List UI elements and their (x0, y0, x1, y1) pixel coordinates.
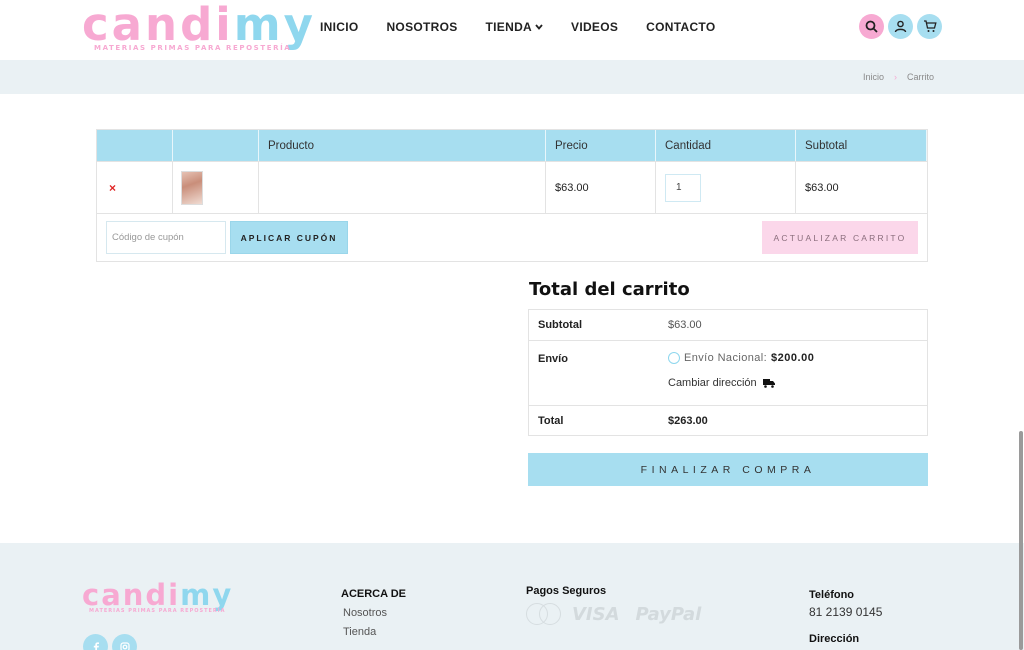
footer-logo-tagline: MATERIAS PRIMAS PARA REPOSTERÍA (89, 608, 226, 614)
footer-link-nosotros[interactable]: Nosotros (343, 607, 406, 619)
change-address-link[interactable]: Cambiar dirección (668, 377, 927, 389)
totals-row-total: Total $263.00 (529, 405, 927, 435)
footer-link-tienda[interactable]: Tienda (343, 626, 406, 638)
table-row: × $63.00 1 $63.00 (97, 161, 927, 213)
total-value: $263.00 (668, 414, 708, 427)
facebook-icon[interactable] (83, 634, 108, 650)
footer-payments: Pagos Seguros VISA PayPal (526, 585, 717, 625)
instagram-icon[interactable] (112, 634, 137, 650)
nav-item-nosotros[interactable]: NOSOTROS (386, 19, 457, 35)
paypal-logo: PayPal (635, 603, 702, 625)
footer-about-heading: ACERCA DE (341, 588, 406, 600)
breadcrumb-current: Carrito (906, 72, 934, 82)
footer-logo-my: my (180, 578, 234, 612)
cart-table-header: Producto Precio Cantidad Subtotal (97, 130, 927, 161)
header-quantity: Cantidad (656, 130, 796, 161)
footer-phone-heading: Teléfono (809, 589, 855, 601)
facebook-glyph (93, 641, 99, 650)
apply-coupon-button[interactable]: APLICAR CUPÓN (230, 221, 348, 254)
nav-item-contacto[interactable]: CONTACTO (646, 19, 715, 35)
remove-item-button[interactable]: × (109, 181, 116, 195)
mastercard-icon (526, 603, 562, 625)
footer-phone-value[interactable]: 81 2139 0145 (809, 605, 882, 619)
nav-item-inicio[interactable]: INICIO (320, 19, 358, 35)
header-product: Producto (259, 130, 546, 161)
shipping-option-price: $200.00 (771, 352, 815, 364)
shipping-details: Envío Nacional: $200.00 Cambiar direcció… (668, 341, 927, 405)
search-icon (865, 20, 878, 33)
shipping-option-label: Envío Nacional: (684, 352, 768, 364)
account-button[interactable] (888, 14, 913, 39)
totals-row-shipping: Envío Envío Nacional: $200.00 Cambiar di… (529, 340, 927, 405)
cart-icon (923, 20, 937, 32)
header-subtotal: Subtotal (796, 130, 927, 161)
nav-label: CONTACTO (646, 20, 716, 34)
product-price: $63.00 (546, 162, 656, 213)
change-address-label: Cambiar dirección (668, 377, 757, 389)
nav-item-videos[interactable]: VIDEOS (571, 19, 618, 35)
header-thumbnail (173, 130, 259, 161)
shipping-label: Envío (538, 353, 568, 365)
breadcrumb-bar: Inicio › Carrito (0, 60, 1024, 94)
totals-row-subtotal: Subtotal $63.00 (529, 310, 927, 340)
breadcrumb: Inicio › Carrito (863, 72, 934, 82)
cart-table: Producto Precio Cantidad Subtotal × $63.… (96, 129, 928, 262)
cart-totals-table: Subtotal $63.00 Envío Envío Nacional: $2… (528, 309, 928, 436)
shipping-radio[interactable] (668, 352, 680, 364)
site-header: candimy MATERIAS PRIMAS PARA REPOSTERÍA … (0, 0, 1024, 60)
nav-label: NOSOTROS (386, 20, 458, 34)
social-links (83, 634, 141, 650)
nav-label: VIDEOS (571, 20, 619, 34)
footer-about: ACERCA DE Nosotros Tienda (341, 588, 406, 638)
page-scrollbar[interactable] (1018, 0, 1024, 650)
user-icon (894, 20, 907, 33)
footer-payments-heading: Pagos Seguros (526, 585, 607, 597)
nav-label: TIENDA (485, 20, 533, 34)
instagram-glyph (119, 641, 130, 650)
coupon-input[interactable]: Código de cupón (106, 221, 226, 254)
quantity-cell: 1 (656, 162, 796, 213)
remove-cell: × (97, 162, 173, 213)
breadcrumb-separator: › (893, 72, 897, 82)
header-remove (97, 130, 173, 161)
cart-totals-title: Total del carrito (529, 279, 690, 300)
quantity-input[interactable]: 1 (665, 173, 701, 202)
product-thumbnail[interactable] (181, 170, 203, 205)
thumbnail-cell (173, 162, 259, 213)
product-name[interactable] (259, 162, 546, 213)
subtotal-value: $63.00 (668, 319, 702, 331)
scrollbar-thumb[interactable] (1019, 431, 1023, 650)
subtotal-label: Subtotal (538, 319, 582, 331)
cart-actions: Código de cupón APLICAR CUPÓN ACTUALIZAR… (97, 213, 927, 261)
product-subtotal: $63.00 (805, 181, 839, 194)
logo-tagline: MATERIAS PRIMAS PARA REPOSTERÍA (94, 44, 292, 52)
site-logo[interactable]: candimy MATERIAS PRIMAS PARA REPOSTERÍA (82, 2, 313, 54)
header-price: Precio (546, 130, 656, 161)
update-cart-button[interactable]: ACTUALIZAR CARRITO (762, 221, 918, 254)
footer-logo-candi: candi (82, 578, 181, 612)
chevron-down-icon (535, 24, 543, 30)
shipping-option[interactable]: Envío Nacional: $200.00 (668, 352, 927, 364)
header-icons (859, 14, 946, 39)
checkout-button[interactable]: FINALIZAR COMPRA (528, 453, 928, 486)
payment-logos: VISA PayPal (526, 603, 717, 625)
footer-contact: Teléfono 81 2139 0145 Dirección (809, 589, 882, 645)
footer-logo[interactable]: candimy MATERIAS PRIMAS PARA REPOSTERÍA (82, 578, 234, 614)
main-nav: INICIO NOSOTROS TIENDA VIDEOS CONTACTO (320, 19, 743, 35)
nav-item-tienda[interactable]: TIENDA (486, 19, 543, 35)
search-button[interactable] (859, 14, 884, 39)
breadcrumb-home[interactable]: Inicio (863, 72, 884, 82)
truck-icon (762, 379, 775, 388)
nav-label: INICIO (320, 20, 359, 34)
total-label: Total (538, 414, 564, 427)
footer-address-heading: Dirección (809, 633, 860, 645)
site-footer: candimy MATERIAS PRIMAS PARA REPOSTERÍA … (0, 543, 1024, 650)
cart-button[interactable] (917, 14, 942, 39)
visa-logo: VISA (572, 603, 620, 625)
